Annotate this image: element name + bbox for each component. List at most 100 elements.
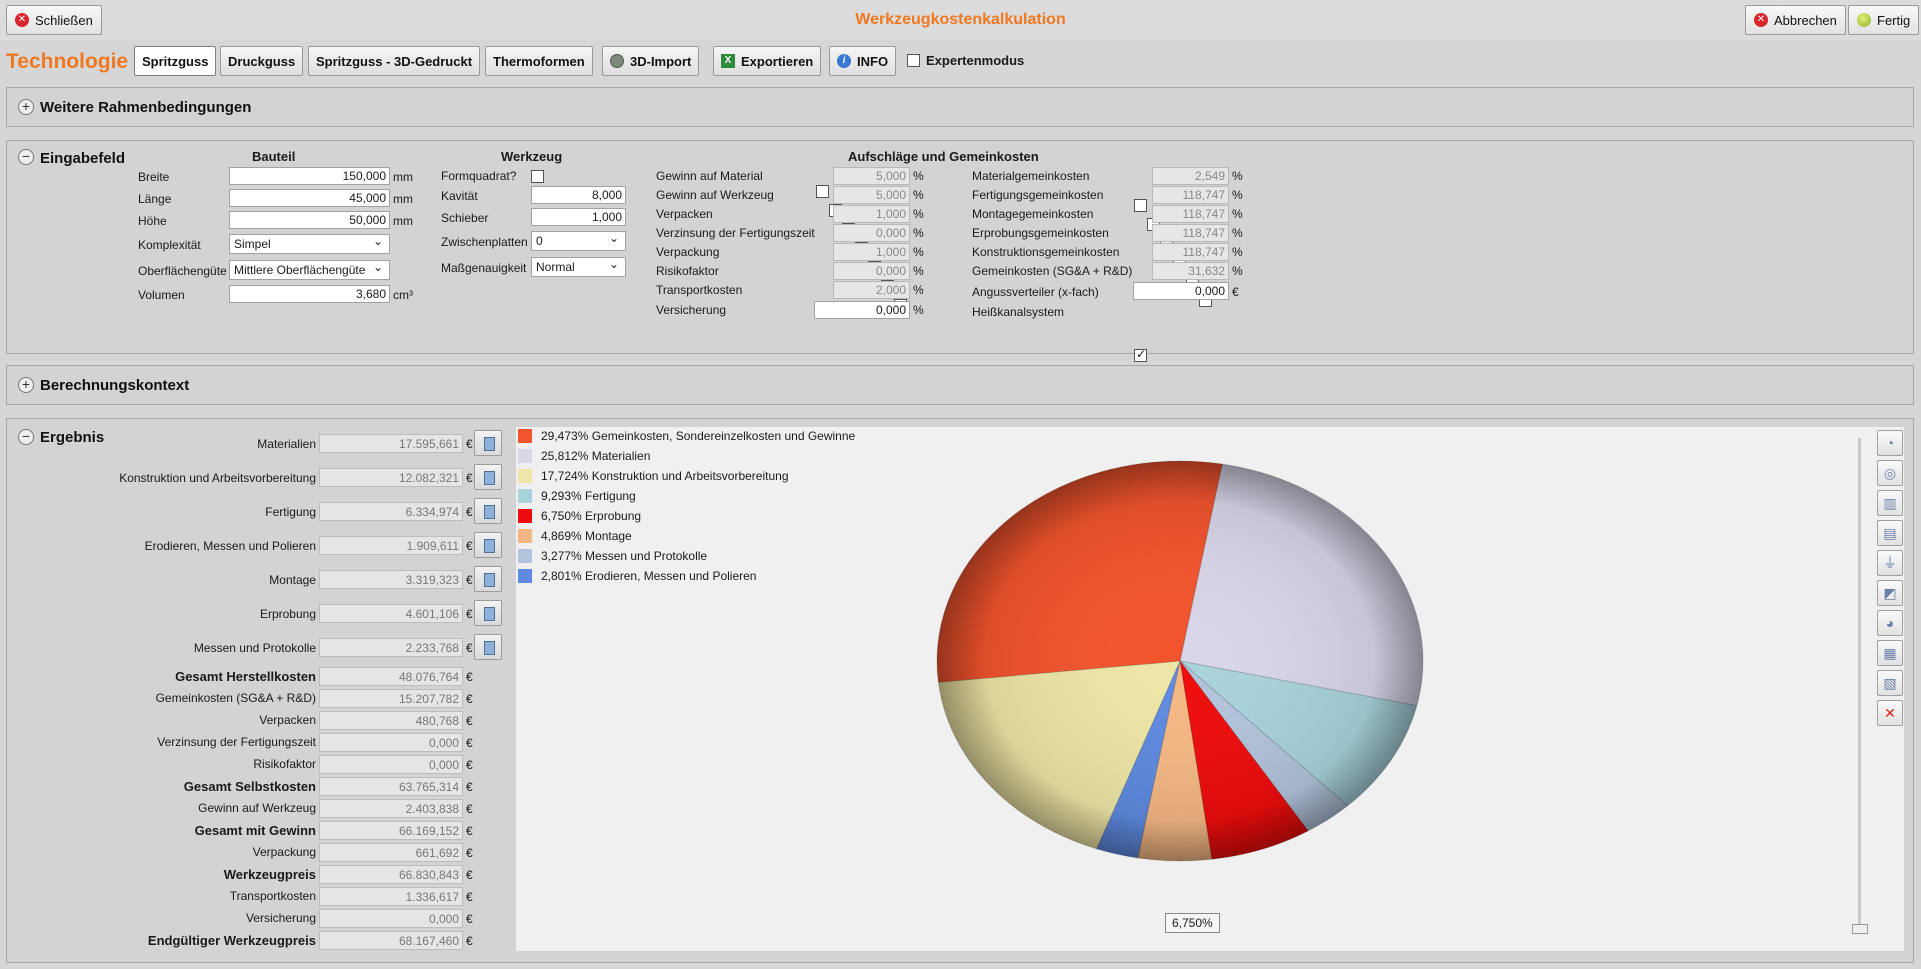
bar-2d-button[interactable]: ▦ <box>1877 640 1903 666</box>
gemeinkosten-value[interactable]: 118,747 <box>1152 186 1229 204</box>
anguss-input[interactable]: 0,000 <box>1133 282 1229 300</box>
aufschlag-value[interactable]: 5,000 <box>833 186 910 204</box>
detail-document-icon[interactable] <box>474 464 502 490</box>
aufschlag-value[interactable]: 1,000 <box>833 205 910 223</box>
ergebnis-item-value[interactable]: 4.601,106 <box>319 604 463 623</box>
komplex-select[interactable]: Simpel <box>229 234 390 254</box>
expert-mode-checkbox[interactable] <box>907 54 920 67</box>
aufschlag-value[interactable]: 2,000 <box>833 281 910 299</box>
pie-2d-button[interactable]: ◕ <box>1877 610 1903 636</box>
detail-document-icon[interactable] <box>474 532 502 558</box>
aufschlag-value[interactable]: 0,000 <box>833 262 910 280</box>
cancel-button[interactable]: ✕ Abbrechen <box>1745 5 1846 35</box>
ergebnis-item-value[interactable]: 3.319,323 <box>319 570 463 589</box>
ergebnis-total-unit: € <box>466 758 473 772</box>
clear-chart-button[interactable]: ✕ <box>1877 700 1903 726</box>
gemeinkosten-value[interactable]: 118,747 <box>1152 224 1229 242</box>
funnel-button[interactable]: ⏚ <box>1877 550 1903 576</box>
ergebnis-item-value[interactable]: 2.233,768 <box>319 638 463 657</box>
ergebnis-total-value[interactable]: 68.167,460 <box>319 931 463 950</box>
aufschlag-value[interactable]: 5,000 <box>833 167 910 185</box>
close-button[interactable]: ✕ Schließen <box>6 5 102 35</box>
volumen-input[interactable]: 3,680 <box>229 285 390 303</box>
ergebnis-total-value[interactable]: 48.076,764 <box>319 667 463 686</box>
heisskanal-checkbox[interactable] <box>1134 347 1147 363</box>
zoom-slider-thumb[interactable] <box>1852 924 1868 934</box>
schieber-input[interactable]: 1,000 <box>531 208 626 226</box>
gemeinkosten-value[interactable]: 2,549 <box>1152 167 1229 185</box>
import-3d-button[interactable]: 3D-Import <box>602 46 700 76</box>
formquadrat-checkbox[interactable] <box>531 170 544 184</box>
aufschlag-label: Transportkosten <box>656 283 743 297</box>
ergebnis-item-value[interactable]: 12.082,321 <box>319 468 463 487</box>
ergebnis-item-value[interactable]: 1.909,611 <box>319 536 463 555</box>
pie-shading <box>937 461 1423 861</box>
ergebnis-total-label: Endgültiger Werkzeugpreis <box>147 933 316 948</box>
collapse-ergebnis-icon[interactable]: − <box>18 429 34 445</box>
gemeinkosten-unit: % <box>1232 207 1243 221</box>
versicherung-input[interactable]: 0,000 <box>814 301 910 319</box>
ergebnis-total-value[interactable]: 63.765,314 <box>319 777 463 796</box>
tab-spritzguss-3d[interactable]: Spritzguss - 3D-Gedruckt <box>308 46 481 76</box>
gemeinkosten-label: Gemeinkosten (SG&A + R&D) <box>972 264 1133 278</box>
aufschlag-value[interactable]: 0,000 <box>833 224 910 242</box>
komplex-label: Komplexität <box>138 238 201 252</box>
ergebnis-item-unit: € <box>466 641 473 655</box>
expand-kontext-icon[interactable]: + <box>18 377 34 393</box>
gemeinkosten-value[interactable]: 31,632 <box>1152 262 1229 280</box>
expand-rahmen-icon[interactable]: + <box>18 99 34 115</box>
oberflaeche-select[interactable]: Mittlere Oberflächengüte <box>229 260 390 280</box>
collapse-eingabe-icon[interactable]: − <box>18 149 34 165</box>
gemeinkosten-value[interactable]: 118,747 <box>1152 243 1229 261</box>
pie-button[interactable]: ◔ <box>1877 430 1903 456</box>
ergebnis-total-value[interactable]: 0,000 <box>319 755 463 774</box>
ergebnis-total-value[interactable]: 1.336,617 <box>319 887 463 906</box>
aufschlag-label: Risikofaktor <box>656 264 719 278</box>
donut-button[interactable]: ◎ <box>1877 460 1903 486</box>
bar-button[interactable]: ▥ <box>1877 490 1903 516</box>
ergebnis-total-value[interactable]: 0,000 <box>319 733 463 752</box>
kavitaet-input[interactable]: 8,000 <box>531 186 626 204</box>
aufschlag-checkbox[interactable] <box>816 184 829 198</box>
tab-druckguss[interactable]: Druckguss <box>220 46 304 76</box>
expert-mode-toggle[interactable]: Expertenmodus <box>907 53 1024 68</box>
zwischen-select[interactable]: 0 <box>531 231 626 251</box>
export-button[interactable]: X Exportieren <box>713 46 822 76</box>
ergebnis-total-value[interactable]: 0,000 <box>319 909 463 928</box>
ergebnis-total-value[interactable]: 66.830,843 <box>319 865 463 884</box>
eingabe-title[interactable]: Eingabefeld <box>40 150 125 167</box>
detail-document-icon[interactable] <box>474 600 502 626</box>
bar-icon: ▥ <box>1883 494 1897 511</box>
ergebnis-total-value[interactable]: 15.207,782 <box>319 689 463 708</box>
ergebnis-item-value[interactable]: 17.595,661 <box>319 434 463 453</box>
stacked-bar-button[interactable]: ▤ <box>1877 520 1903 546</box>
hoehe-input[interactable]: 50,000 <box>229 211 390 229</box>
ergebnis-total-value[interactable]: 2.403,838 <box>319 799 463 818</box>
breite-input[interactable]: 150,000 <box>229 167 390 185</box>
ergebnis-total-value[interactable]: 661,692 <box>319 843 463 862</box>
area-button[interactable]: ◩ <box>1877 580 1903 606</box>
tab-thermoformen[interactable]: Thermoformen <box>485 46 593 76</box>
zoom-slider-track[interactable] <box>1858 438 1861 928</box>
detail-document-icon[interactable] <box>474 566 502 592</box>
ergebnis-total-value[interactable]: 480,768 <box>319 711 463 730</box>
ergebnis-item-value[interactable]: 6.334,974 <box>319 502 463 521</box>
gemeinkosten-value[interactable]: 118,747 <box>1152 205 1229 223</box>
laenge-input[interactable]: 45,000 <box>229 189 390 207</box>
gemeinkosten-unit: % <box>1232 188 1243 202</box>
gemeinkosten-checkbox[interactable] <box>1134 198 1147 212</box>
kontext-title[interactable]: Berechnungskontext <box>40 377 189 394</box>
info-button[interactable]: i INFO <box>829 46 897 76</box>
detail-document-icon[interactable] <box>474 430 502 456</box>
stacked-2d-button[interactable]: ▧ <box>1877 670 1903 696</box>
detail-document-icon[interactable] <box>474 498 502 524</box>
rahmen-title[interactable]: Weitere Rahmenbedingungen <box>40 99 251 116</box>
mass-select[interactable]: Normal <box>531 257 626 277</box>
ergebnis-total-value[interactable]: 66.169,152 <box>319 821 463 840</box>
aufschlag-value[interactable]: 1,000 <box>833 243 910 261</box>
tab-spritzguss[interactable]: Spritzguss <box>134 46 217 76</box>
done-button[interactable]: Fertig <box>1848 5 1920 35</box>
ergebnis-total-unit: € <box>466 934 473 948</box>
ergebnis-total-label: Transportkosten <box>229 889 316 903</box>
detail-document-icon[interactable] <box>474 634 502 660</box>
